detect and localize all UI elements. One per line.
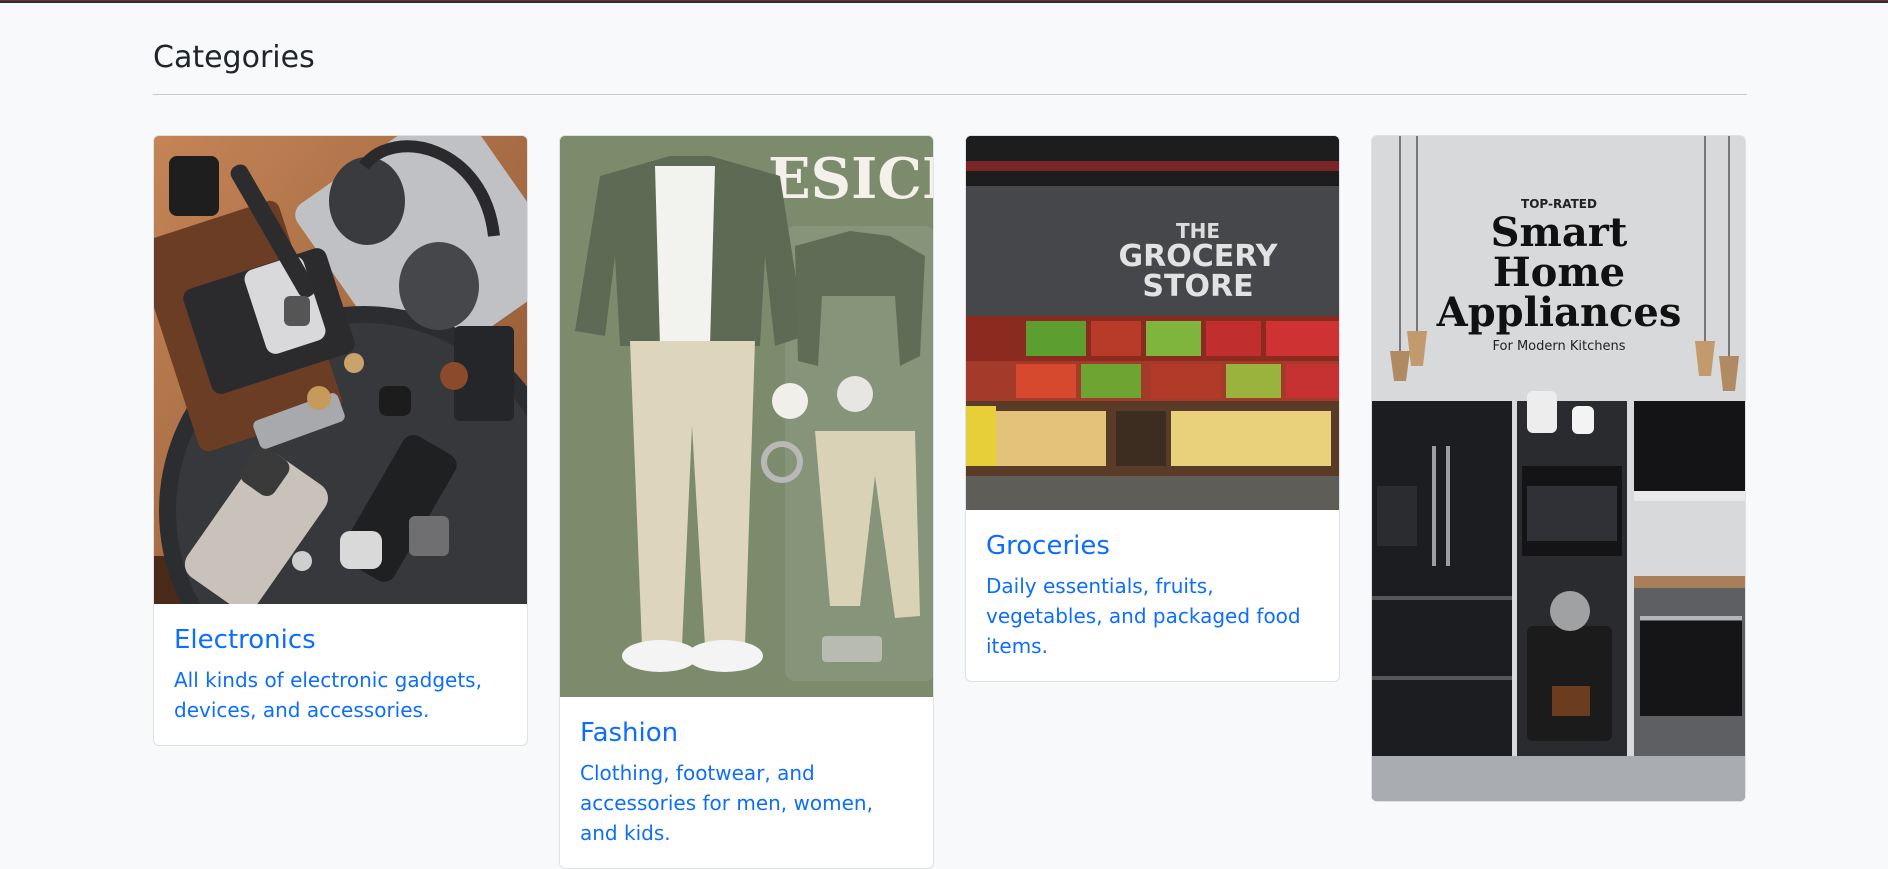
main-container: Categories Electronics All kinds of elec… xyxy=(153,3,1747,869)
electronics-image[interactable] xyxy=(154,136,527,604)
appliances-image[interactable]: TOP-RATED Smart Home Appliances For Mode… xyxy=(1372,136,1745,801)
appliances-subheading: For Modern Kitchens xyxy=(1493,339,1626,354)
category-card-electronics[interactable]: Electronics All kinds of electronic gadg… xyxy=(153,135,528,746)
category-description: Clothing, footwear, and accessories for … xyxy=(580,761,873,845)
page-title: Categories xyxy=(153,40,315,75)
fashion-card-body: Fashion Clothing, footwear, and accessor… xyxy=(560,697,933,868)
category-card-groceries[interactable]: THE GROCERY STORE Groceries Daily essent… xyxy=(965,135,1340,682)
grocery-sign-line3: STORE xyxy=(1142,269,1253,304)
fashion-image[interactable]: ESICLE xyxy=(560,136,933,697)
groceries-card-body: Groceries Daily essentials, fruits, vege… xyxy=(966,510,1339,681)
category-card-fashion[interactable]: ESICLE xyxy=(559,135,934,869)
top-accent-line xyxy=(0,0,1888,1)
category-card-appliances[interactable]: TOP-RATED Smart Home Appliances For Mode… xyxy=(1371,135,1746,802)
electronics-card-body: Electronics All kinds of electronic gadg… xyxy=(154,604,527,745)
appliances-heading-line3: Appliances xyxy=(1436,289,1682,336)
groceries-image[interactable]: THE GROCERY STORE xyxy=(966,136,1339,510)
fashion-brand-text: ESICLE xyxy=(768,146,933,212)
category-title-link[interactable]: Groceries xyxy=(986,530,1319,562)
category-description: Daily essentials, fruits, vegetables, an… xyxy=(986,574,1301,658)
category-description: All kinds of electronic gadgets, devices… xyxy=(174,668,482,722)
category-title-link[interactable]: Electronics xyxy=(174,624,507,656)
category-title-link[interactable]: Fashion xyxy=(580,717,913,749)
title-divider xyxy=(153,94,1747,95)
category-grid: Electronics All kinds of electronic gadg… xyxy=(153,135,1747,869)
